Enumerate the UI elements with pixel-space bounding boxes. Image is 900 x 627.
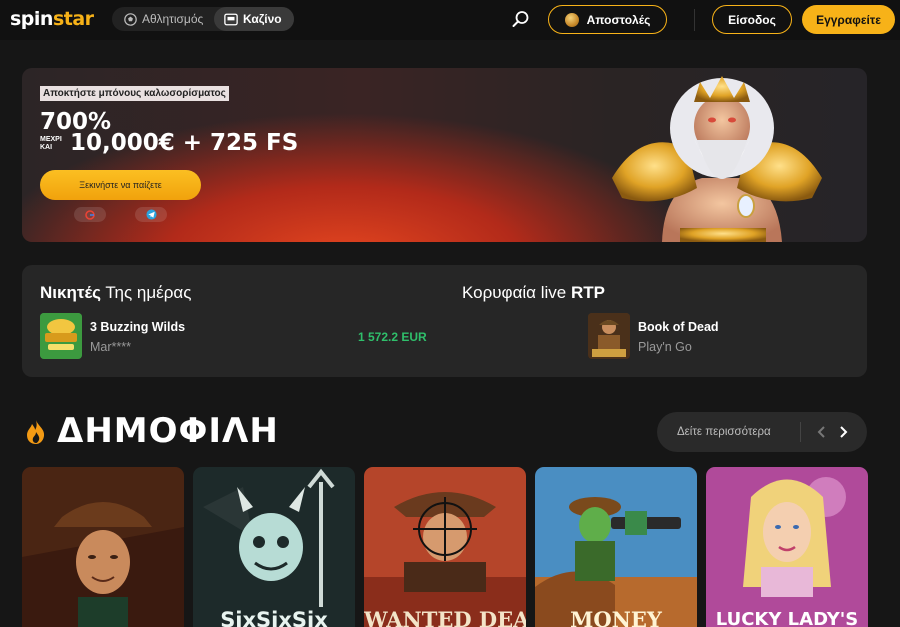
game-tile-title: SixSixSix: [220, 608, 328, 627]
game-tile[interactable]: SixSixSix: [193, 467, 355, 627]
bonus-tag: Αποκτήστε μπόνους καλωσορίσματος: [40, 86, 229, 101]
tab-casino[interactable]: Καζίνο: [214, 7, 294, 31]
google-icon: [85, 209, 95, 220]
google-signin-button[interactable]: [74, 207, 106, 222]
winners-title: Νικητές Της ημέρας: [40, 283, 191, 303]
top-rtp-title-bold: RTP: [570, 283, 605, 302]
game-tile-title: MONEY: [570, 607, 662, 627]
slot-machine-icon: [224, 13, 238, 25]
chevron-right-icon[interactable]: [835, 424, 851, 440]
spinstar-logo[interactable]: spinstar: [10, 8, 94, 30]
chevron-left-icon[interactable]: [814, 424, 830, 440]
see-more-button[interactable]: Δείτε περισσότερα: [677, 412, 771, 452]
register-button[interactable]: Εγγραφείτε: [802, 5, 895, 34]
winner-game-name[interactable]: 3 Buzzing Wilds: [90, 320, 185, 334]
winner-player-name: Mar****: [90, 340, 131, 354]
logo-spin-text: spin: [10, 8, 53, 30]
welcome-bonus-banner[interactable]: Αποκτήστε μπόνους καλωσορίσματος 700% ΜΕ…: [22, 68, 867, 242]
fire-icon: [27, 420, 45, 444]
rtp-game-thumbnail[interactable]: [588, 313, 630, 359]
bonus-amount: 10,000€ + 725 FS: [70, 130, 299, 156]
top-rtp-title-plain: Κορυφαία live: [462, 283, 567, 302]
logo-star-text: star: [52, 8, 94, 30]
telegram-icon: [145, 209, 157, 220]
zeus-character-illustration: [612, 76, 822, 242]
top-rtp-title: Κορυφαία live RTP: [462, 283, 605, 303]
game-tile[interactable]: [22, 467, 184, 627]
game-tile[interactable]: WANTED DEAD: [364, 467, 526, 627]
bonus-upto: ΜΕΧΡΙ ΚΑΙ: [40, 136, 62, 151]
winner-amount: 1 572.2 EUR: [358, 330, 427, 344]
missions-label: Αποστολές: [586, 12, 651, 27]
game-tile-title: WANTED DEAD: [364, 607, 526, 627]
login-button[interactable]: Είσοδος: [712, 5, 792, 34]
bee-game-art: [40, 313, 82, 359]
tab-sports[interactable]: Αθλητισμός: [114, 7, 213, 31]
missions-button[interactable]: Αποστολές: [548, 5, 667, 34]
winner-game-thumbnail[interactable]: [40, 313, 82, 359]
winners-rtp-panel: Νικητές Της ημέρας Κορυφαία live RTP 3 B…: [22, 265, 867, 377]
soccer-ball-icon: [124, 12, 137, 26]
winners-title-rest: Της ημέρας: [105, 283, 192, 302]
tab-sports-label: Αθλητισμός: [142, 12, 204, 26]
start-playing-button[interactable]: Ξεκινήστε να παίζετε: [40, 170, 201, 200]
telegram-signin-button[interactable]: [135, 207, 167, 222]
game-tile-title: LUCKY LADY'S: [715, 609, 859, 627]
book-of-dead-art: [588, 313, 630, 359]
see-more-divider: [800, 422, 801, 442]
rtp-game-name[interactable]: Book of Dead: [638, 320, 719, 334]
game-tile-title: [22, 603, 184, 627]
section-switch: Αθλητισμός Καζίνο: [112, 7, 294, 31]
winners-title-bold: Νικητές: [40, 283, 101, 302]
tab-casino-label: Καζίνο: [243, 12, 282, 26]
popular-section-title: ΔΗΜΟΦΙΛΗ: [57, 411, 279, 451]
game-tile[interactable]: MONEY: [535, 467, 697, 627]
game-tile[interactable]: LUCKY LADY'S: [706, 467, 868, 627]
header-divider: [694, 9, 695, 31]
top-header: spinstar Αθλητισμός Καζίνο Αποστολές Είσ…: [0, 0, 900, 40]
search-icon[interactable]: [512, 10, 530, 28]
coin-icon: [564, 12, 579, 27]
rtp-game-provider: Play'n Go: [638, 340, 692, 354]
see-more-control: Δείτε περισσότερα: [657, 412, 867, 452]
